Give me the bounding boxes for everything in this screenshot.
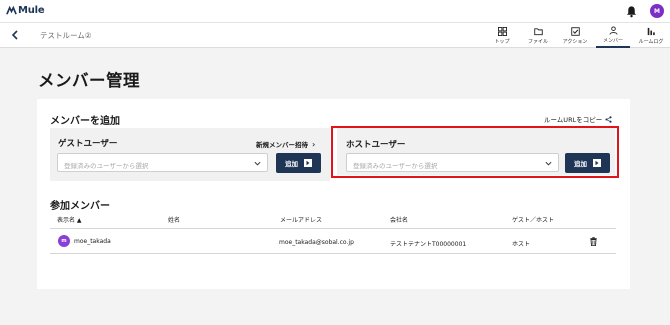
copy-url-label: ルームURLをコピー	[544, 116, 603, 124]
arrow-right-icon	[304, 159, 312, 167]
tab-actions[interactable]: アクション	[560, 23, 590, 48]
add-label: 追加	[285, 160, 298, 168]
member-email: moe_takada@sobal.co.jp	[279, 239, 354, 246]
participants-heading: 参加メンバー	[50, 201, 110, 212]
guest-user-select[interactable]: 登録済みのユーザーから選択	[57, 153, 268, 172]
mule-logo-icon	[6, 5, 17, 15]
tab-members[interactable]: メンバー	[596, 23, 630, 48]
tab-top[interactable]: トップ	[492, 23, 512, 48]
app-logo[interactable]: Mule	[6, 5, 45, 16]
tab-label: トップ	[494, 38, 510, 45]
select-placeholder: 登録済みのユーザーから選択	[64, 162, 149, 170]
top-bar: Mule M	[0, 0, 670, 23]
page-title: メンバー管理	[38, 71, 140, 90]
share-icon	[605, 115, 612, 123]
logo-text: Mule	[18, 5, 45, 16]
chevron-right-icon: ›	[312, 139, 316, 149]
add-guest-button[interactable]: 追加	[276, 153, 321, 173]
invite-new-member-link[interactable]: 新規メンバー招待 ›	[256, 139, 316, 150]
tab-label: ルームログ	[638, 38, 664, 45]
table-divider	[50, 253, 616, 254]
trash-icon[interactable]	[590, 237, 597, 246]
bar-chart-icon	[647, 27, 655, 35]
tab-files[interactable]: ファイル	[524, 23, 552, 48]
checkbox-icon	[570, 26, 580, 36]
grid-icon	[497, 26, 507, 36]
header-display-name[interactable]: 表示名 ▲	[57, 215, 82, 224]
room-name: テストルーム②	[40, 31, 92, 40]
folder-icon	[533, 27, 543, 35]
user-avatar[interactable]: M	[650, 4, 664, 18]
notification-bell-icon[interactable]	[625, 5, 638, 18]
guest-user-title: ゲストユーザー	[58, 139, 118, 149]
member-display-name: moe_takada	[74, 238, 111, 245]
copy-room-url-link[interactable]: ルームURLをコピー	[544, 114, 612, 124]
tab-label: ファイル	[527, 38, 548, 45]
person-icon	[608, 25, 618, 35]
header-role: ゲスト／ホスト	[512, 217, 555, 224]
back-chevron-icon[interactable]	[10, 29, 20, 41]
tab-room-log[interactable]: ルームログ	[636, 23, 666, 48]
tab-label: メンバー	[602, 37, 623, 44]
member-role: ホスト	[512, 241, 531, 248]
tab-label: アクション	[562, 38, 588, 45]
member-avatar: m	[58, 235, 70, 247]
invite-link-label: 新規メンバー招待	[256, 141, 308, 149]
header-email: メールアドレス	[280, 217, 323, 224]
member-company: テストテナントT00000001	[390, 241, 467, 248]
header-name: 姓名	[168, 217, 181, 224]
room-nav-bar: テストルーム② トップ ファイル アクション メンバー ルームログ	[0, 23, 670, 48]
highlight-box	[331, 126, 619, 178]
chevron-down-icon	[254, 161, 261, 166]
header-company: 会社名	[390, 217, 409, 224]
table-divider	[50, 228, 616, 229]
add-member-heading: メンバーを追加	[50, 116, 120, 127]
